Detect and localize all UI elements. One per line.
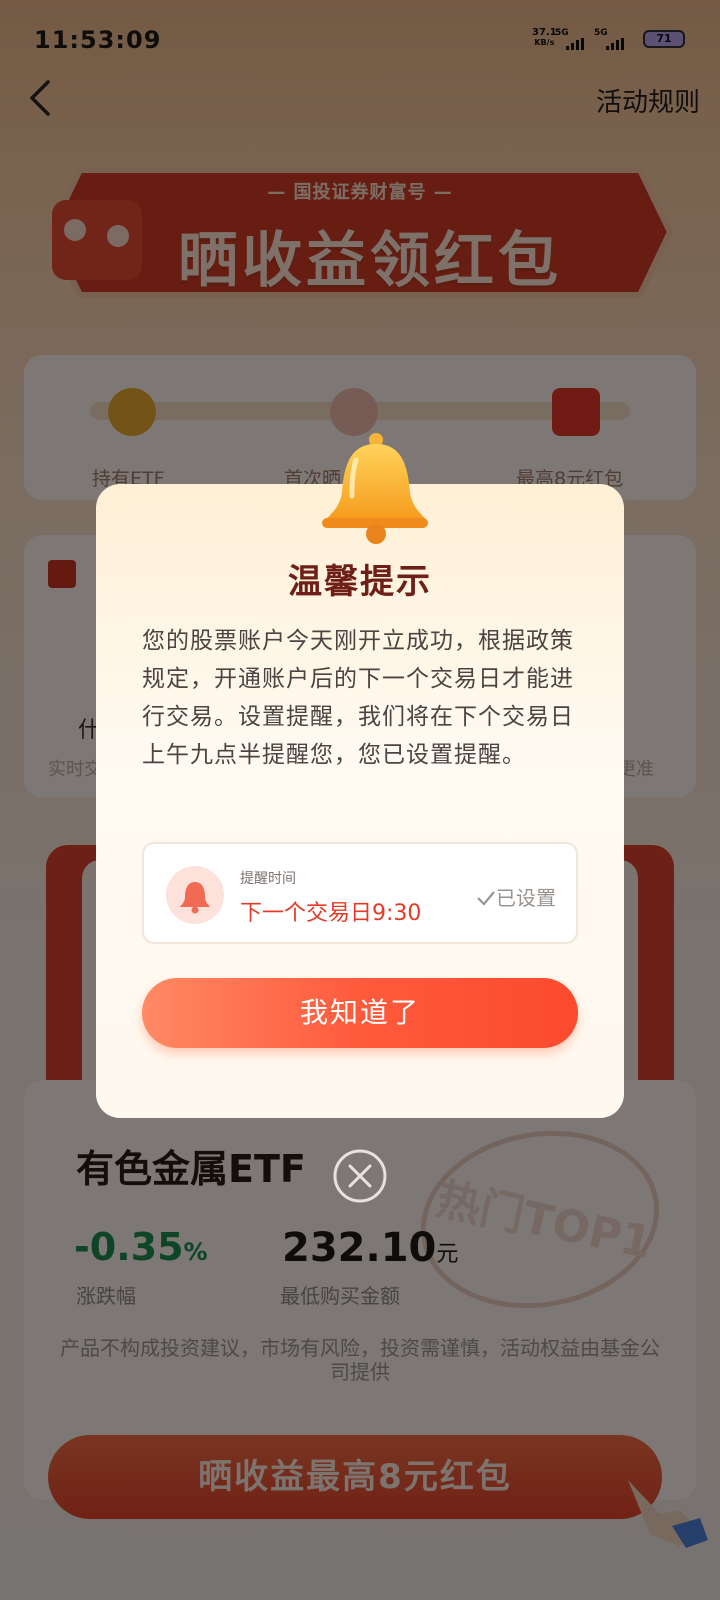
- close-dialog-icon[interactable]: [332, 1148, 388, 1204]
- reminder-status-text: 已设置: [496, 886, 556, 910]
- reminder-bell-badge: [166, 866, 224, 924]
- reminder-status: 已设置: [476, 882, 556, 911]
- confirm-button[interactable]: 我知道了: [142, 978, 578, 1048]
- dialog-message: 您的股票账户今天刚开立成功，根据政策规定，开通账户后的下一个交易日才能进行交易。…: [142, 628, 574, 768]
- reminder-time-label: 提醒时间: [240, 871, 296, 887]
- checkmark-icon: [477, 891, 495, 906]
- bell-icon: [322, 433, 428, 544]
- small-bell-icon: [180, 882, 210, 914]
- reminder-time-value: 下一个交易日9:30: [240, 901, 422, 926]
- dialog-title: 温馨提示: [288, 562, 432, 602]
